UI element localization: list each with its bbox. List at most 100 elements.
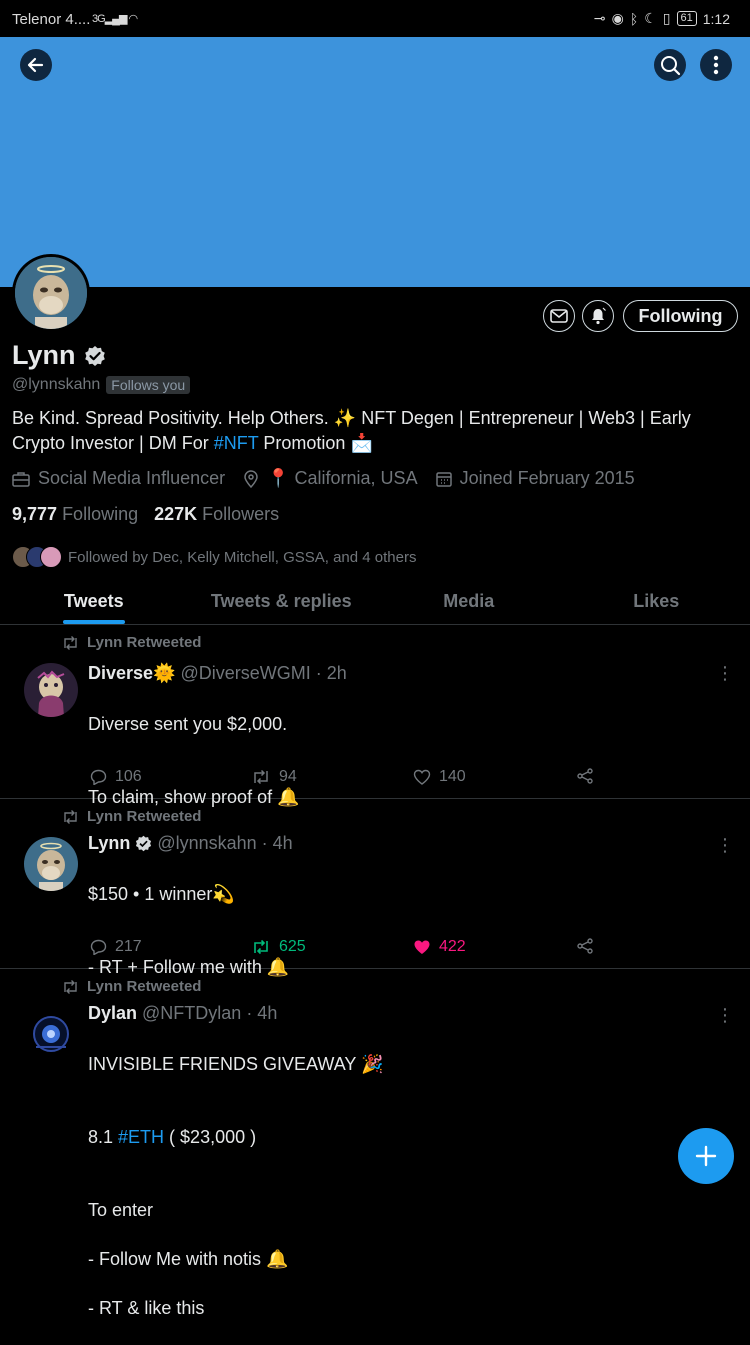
followed-by-text: Followed by Dec, Kelly Mitchell, GSSA, a… [68,549,417,566]
share-button[interactable] [576,938,594,954]
arrow-left-icon [26,55,46,75]
profile-banner [0,37,750,287]
verified-badge-icon [84,345,106,367]
verified-badge-icon [135,835,152,852]
more-options-button[interactable] [700,49,732,81]
share-button[interactable] [576,768,594,784]
like-count: 422 [439,938,466,956]
reply-icon [90,939,107,955]
retweet-icon [62,636,79,650]
profile-joined: Joined February 2015 [460,468,635,489]
tab-likes[interactable]: Likes [563,580,750,624]
tweet-avatar[interactable] [24,837,78,891]
tweet-author-name[interactable]: Diverse🌞 [88,663,175,684]
reply-count: 106 [115,768,142,786]
profile-meta: Social Media Influencer 📍 California, US… [12,468,635,489]
tweet-more-icon[interactable]: ⋮ [716,1005,734,1026]
key-icon: ⊸ [594,10,606,27]
retweeted-by-label: Lynn Retweeted [87,978,201,995]
tab-tweets-replies[interactable]: Tweets & replies [188,580,376,624]
moon-icon: ☾ [644,10,657,27]
carrier-name: Telenor 4.... [12,11,90,28]
profile-counts: 9,777 Following 227K Followers [12,504,279,525]
battery-icon: 61 [677,11,697,26]
signal-icon: 3G▂▄▆ ◠ [92,12,137,25]
envelope-icon [550,309,568,323]
tweet-text: INVISIBLE FRIENDS GIVEAWAY 🎉 8.1 #ETH ( … [88,1027,708,1345]
profile-avatar[interactable] [12,254,90,332]
more-vertical-icon [713,55,719,75]
retweet-icon [251,939,271,955]
tweet-avatar[interactable] [24,663,78,717]
follows-you-badge: Follows you [106,376,190,394]
retweet-count: 625 [279,938,306,956]
search-icon [659,54,681,76]
tweet-author-name[interactable]: Lynn [88,833,130,854]
tweet-author-name[interactable]: Dylan [88,1003,137,1024]
tab-media[interactable]: Media [375,580,563,624]
following-button[interactable]: Following [623,300,738,332]
tweet-time: · 4h [262,833,293,854]
search-button[interactable] [654,49,686,81]
message-button[interactable] [543,300,575,332]
retweeted-by-label: Lynn Retweeted [87,634,201,651]
profile-bio: Be Kind. Spread Positivity. Help Others.… [12,406,737,456]
retweet-count: 94 [279,768,297,786]
bell-icon [589,307,607,325]
back-button[interactable] [20,49,52,81]
heart-icon [413,769,431,785]
hashtag-link[interactable]: #ETH [118,1127,164,1147]
reply-button[interactable]: 106 [90,768,142,786]
clock: 1:12 [703,11,730,27]
display-name: Lynn [12,340,76,371]
retweet-icon [62,980,79,994]
calendar-icon [436,471,452,487]
eye-icon: ◉ [612,10,624,27]
tweet-more-icon[interactable]: ⋮ [716,663,734,684]
profile-handle: @lynnskahn [12,376,100,394]
hashtag-link[interactable]: #NFT [214,433,259,453]
bluetooth-icon: ᛒ [630,11,638,27]
notifications-button[interactable] [582,300,614,332]
vibrate-icon: ▯ [663,10,671,27]
retweet-icon [62,810,79,824]
compose-tweet-button[interactable] [678,1128,734,1184]
reply-button[interactable]: 217 [90,938,142,956]
briefcase-icon [12,471,30,487]
tweet[interactable]: Lynn Retweeted Dylan @NFTDylan · 4h ⋮ IN… [0,969,750,1200]
tweet-time: · 4h [246,1003,277,1024]
tweet-author-handle: @DiverseWGMI [180,663,310,684]
share-icon [576,768,594,784]
heart-filled-icon [413,939,431,955]
followed-by-row[interactable]: Followed by Dec, Kelly Mitchell, GSSA, a… [12,546,417,568]
ape-avatar-icon [15,257,87,329]
tweet[interactable]: Lynn Retweeted Diverse🌞 @DiverseWGMI · 2… [0,625,750,799]
retweet-button[interactable]: 625 [251,938,306,956]
retweet-icon [251,769,271,785]
tweet-avatar[interactable] [24,1007,78,1061]
tweet-more-icon[interactable]: ⋮ [716,835,734,856]
plus-icon [695,1145,717,1167]
retweet-button[interactable]: 94 [251,768,297,786]
reply-count: 217 [115,938,142,956]
profile-category: Social Media Influencer [38,468,225,489]
following-count-link[interactable]: 9,777 Following [12,504,138,525]
tweet-author-handle: @lynnskahn [157,833,256,854]
tab-tweets[interactable]: Tweets [0,580,188,624]
tweet-time: · 2h [316,663,347,684]
status-bar: Telenor 4.... 3G▂▄▆ ◠ ⊸ ◉ ᛒ ☾ ▯ 61 1:12 [0,0,750,37]
like-count: 140 [439,768,466,786]
like-button[interactable]: 422 [413,938,466,956]
share-icon [576,938,594,954]
profile-name: Lynn [12,340,106,371]
tweet[interactable]: Lynn Retweeted Lynn @lynnskahn · 4h ⋮ $1… [0,799,750,969]
tweet-author-handle: @NFTDylan [142,1003,241,1024]
follower-avatar [40,546,62,568]
profile-tabs: Tweets Tweets & replies Media Likes [0,580,750,625]
location-pin-icon [243,470,259,488]
like-button[interactable]: 140 [413,768,466,786]
retweeted-by-label: Lynn Retweeted [87,808,201,825]
network-type: 3G [92,13,105,25]
profile-location: 📍 California, USA [267,468,417,489]
followers-count-link[interactable]: 227K Followers [154,504,279,525]
